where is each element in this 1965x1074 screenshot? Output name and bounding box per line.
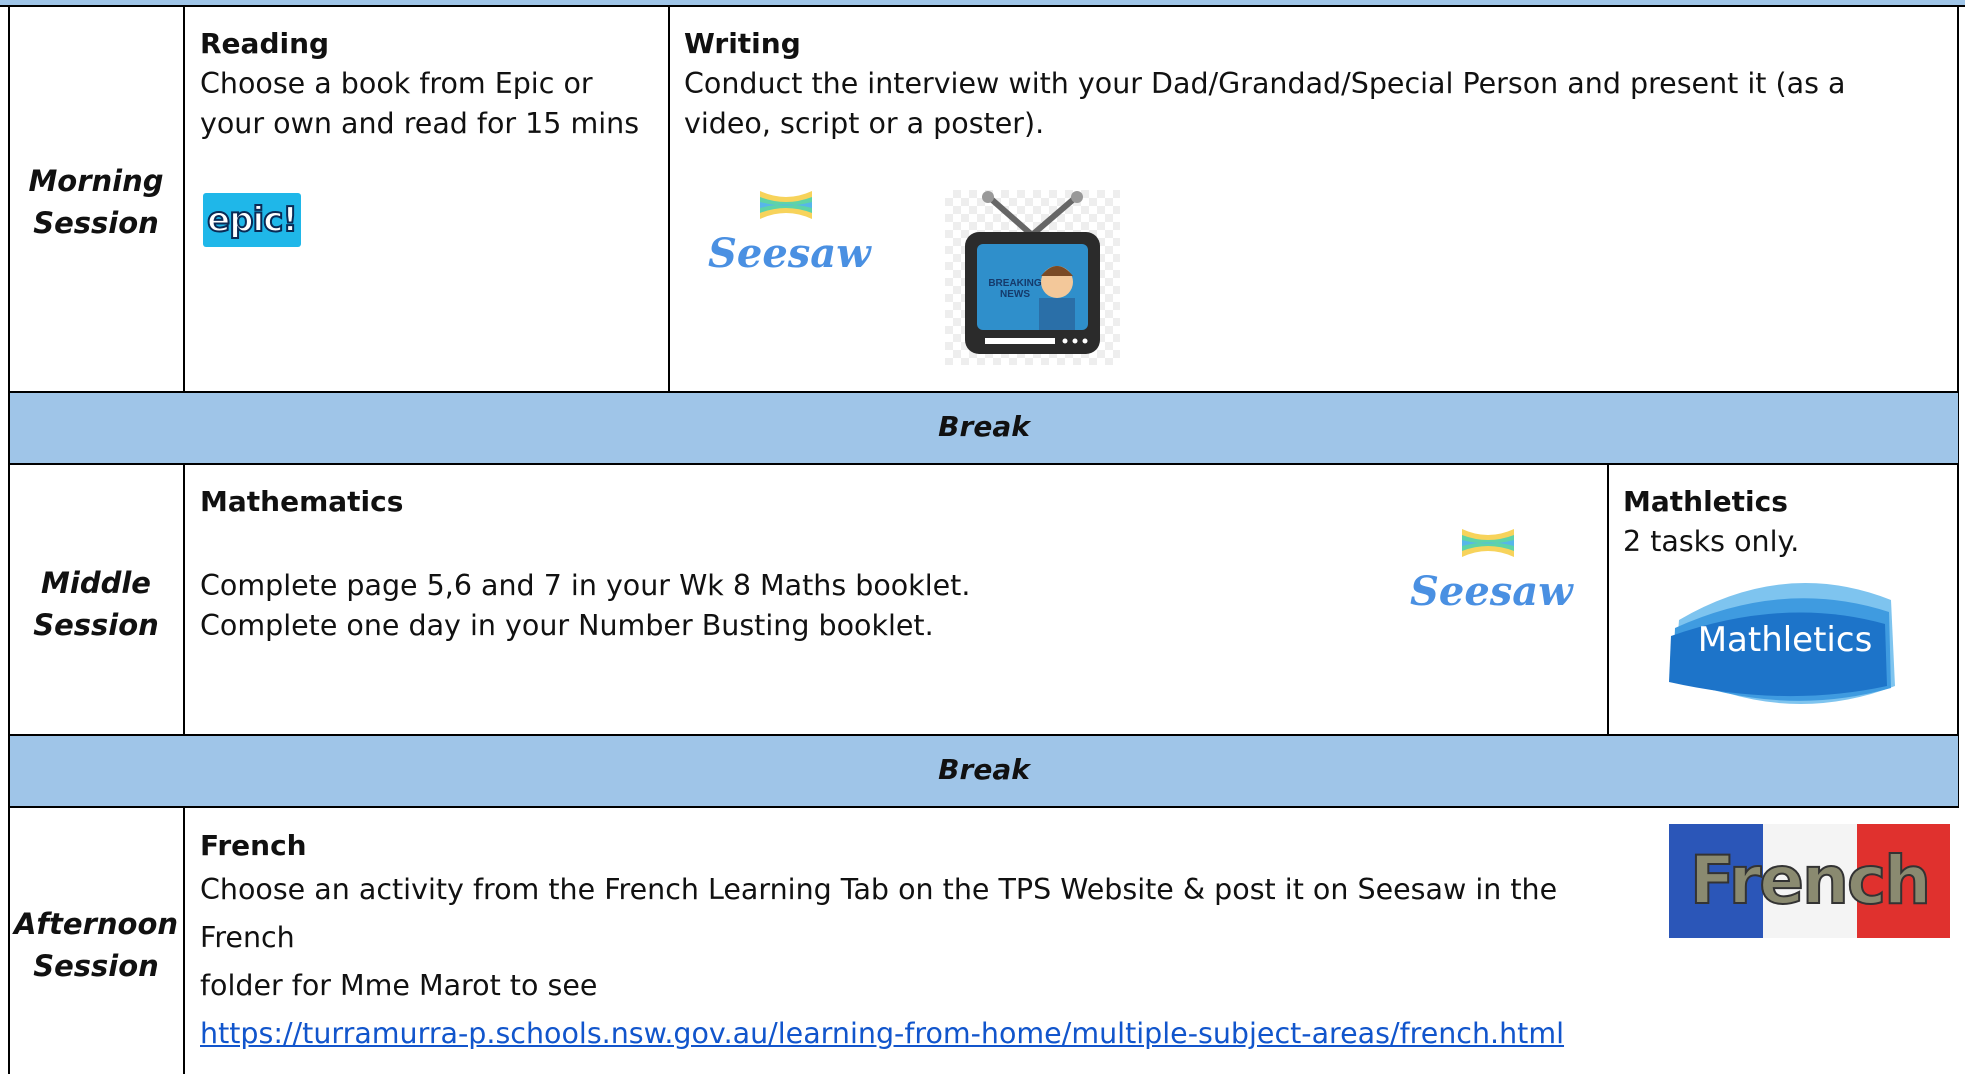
mathletics-title: Mathletics: [1623, 485, 1788, 518]
maths-text-line2: Complete one day in your Number Busting …: [200, 609, 934, 642]
writing-title: Writing: [684, 27, 801, 60]
seesaw-logo-maths[interactable]: Seesaw: [1410, 523, 1573, 615]
middle-session-label: Middle Session: [33, 566, 159, 642]
break-label-2: Break: [938, 753, 1030, 786]
mathletics-logo[interactable]: Mathletics: [1665, 568, 1905, 710]
reading-writing-divider: [668, 5, 670, 392]
seesaw-logo-text: Seesaw: [1410, 568, 1573, 615]
afternoon-session-label: Afternoon Session: [13, 907, 179, 983]
mathletics-text-line1: 2 tasks only.: [1623, 525, 1800, 558]
break-band-2: Break: [10, 736, 1958, 806]
top-band: [0, 0, 1965, 7]
writing-cell: Writing Conduct the interview with your …: [684, 24, 1944, 144]
breaking-news-tv-image: BREAKING NEWS: [945, 190, 1120, 365]
break-band-1: Break: [10, 393, 1958, 463]
writing-text-line2: video, script or a poster).: [684, 107, 1045, 140]
french-text-line1: Choose an activity from the French Learn…: [200, 873, 1558, 954]
epic-logo[interactable]: epic!: [203, 193, 301, 247]
seesaw-bowtie-icon: [760, 191, 812, 219]
reading-text-line1: Choose a book from Epic or: [200, 67, 593, 100]
epic-logo-text: epic!: [206, 199, 299, 241]
middle-session-divider: [183, 465, 185, 735]
seesaw-logo-writing[interactable]: Seesaw: [708, 185, 871, 277]
maths-cell: Mathematics Complete page 5,6 and 7 in y…: [200, 482, 1400, 646]
reading-title: Reading: [200, 27, 330, 60]
morning-session-label: Morning Session: [28, 164, 164, 240]
mathletics-cell: Mathletics 2 tasks only.: [1623, 482, 1943, 562]
seesaw-bowtie-icon: [1462, 529, 1514, 557]
reading-text-line2: your own and read for 15 mins: [200, 107, 640, 140]
mathletics-logo-text: Mathletics: [1697, 620, 1873, 660]
break1-bottom-border: [8, 463, 1959, 465]
reading-cell: Reading Choose a book from Epic or your …: [200, 24, 660, 144]
writing-text-line1: Conduct the interview with your Dad/Gran…: [684, 67, 1846, 100]
table-border-right: [1957, 5, 1959, 643]
french-title: French: [200, 829, 307, 862]
seesaw-logo-text: Seesaw: [708, 230, 871, 277]
french-text-line2: folder for Mme Marot to see: [200, 969, 598, 1002]
french-logo-text: French: [1689, 841, 1932, 920]
afternoon-session-divider: [183, 808, 185, 1074]
french-website-link[interactable]: https://turramurra-p.schools.nsw.gov.au/…: [200, 1017, 1564, 1050]
french-flag-logo: French: [1669, 824, 1950, 938]
maths-text-line1: Complete page 5,6 and 7 in your Wk 8 Mat…: [200, 569, 971, 602]
french-cell: French Choose an activity from the Frenc…: [200, 826, 1660, 1062]
maths-mathletics-divider: [1607, 465, 1609, 735]
maths-title: Mathematics: [200, 485, 404, 518]
session-column-divider: [183, 5, 185, 392]
break2-bottom-border: [8, 806, 1959, 808]
break-label-1: Break: [938, 410, 1030, 443]
tv-text: BREAKING NEWS: [988, 278, 1042, 300]
